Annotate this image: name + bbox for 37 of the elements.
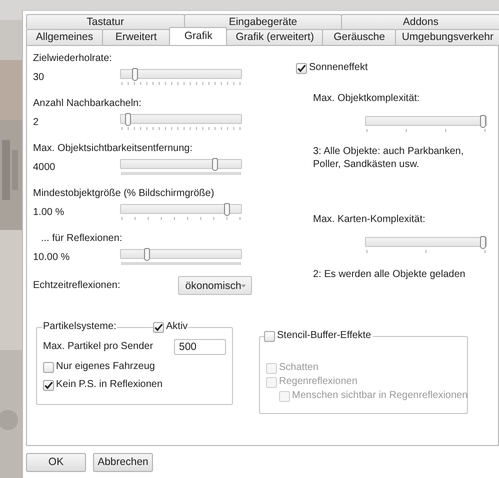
tab[interactable]: Allgemeines xyxy=(26,29,104,45)
tab[interactable]: Geräusche xyxy=(322,29,396,45)
setting-label: Max. Objektkomplexität: xyxy=(313,92,421,106)
tab[interactable]: Addons xyxy=(341,14,499,29)
checkbox-label: Kein P.S. in Reflexionen xyxy=(56,378,163,392)
setting-value: 4000 xyxy=(33,161,56,175)
dropdown[interactable]: ökonomisch xyxy=(178,276,252,295)
setting-label: Max. Karten-Komplexität: xyxy=(313,213,426,227)
setting-description: 3: Alle Objekte: auch Parkbanken, Poller, Sandkästen usw. xyxy=(313,145,465,171)
input-field[interactable]: 500 xyxy=(174,339,226,355)
setting-label: Echtzeitreflexionen: xyxy=(33,278,120,292)
tab[interactable]: Grafik (erweitert) xyxy=(226,29,324,45)
dialog-button[interactable]: Abbrechen xyxy=(93,452,153,472)
tab[interactable]: Erweitert xyxy=(102,29,170,45)
field-label: Max. Partikel pro Sender xyxy=(43,340,154,354)
setting-value: 1.00 % xyxy=(33,206,66,220)
setting-value: 10.00 % xyxy=(33,251,71,265)
setting-value: 2 xyxy=(33,116,40,130)
checkbox-label: Aktiv xyxy=(166,320,188,334)
tab[interactable]: Tastatur xyxy=(26,14,185,29)
setting-label: Mindestobjektgröße (% Bildschirmgröße) xyxy=(33,187,216,201)
dialog-button[interactable]: OK xyxy=(26,452,86,472)
setting-value: 30 xyxy=(33,71,46,85)
group-title: Partikelsysteme: xyxy=(42,320,118,334)
checkbox-label: Sonneneffekt xyxy=(309,61,368,75)
setting-label: ... für Reflexionen: xyxy=(40,232,124,246)
checkbox-label: Nur eigenes Fahrzeug xyxy=(56,360,155,374)
setting-label: Anzahl Nachbarkacheln: xyxy=(33,97,142,111)
setting-description: 2: Es werden alle Objekte geladen xyxy=(313,268,466,281)
tab[interactable]: Umgebungsverkehr xyxy=(395,29,499,45)
setting-label: Max. Objektsichtbarkeitsentfernung: xyxy=(33,142,194,156)
checkbox-label: Schatten xyxy=(279,361,318,375)
tab[interactable]: Eingabegeräte xyxy=(184,14,342,29)
setting-label: Zielwiederholrate: xyxy=(33,52,113,66)
checkbox-label: Menschen sichtbar in Regenreflexionen xyxy=(292,389,468,403)
checkbox-label: Regenreflexionen xyxy=(279,375,358,389)
checkbox-label: Stencil-Buffer-Effekte xyxy=(277,329,372,343)
